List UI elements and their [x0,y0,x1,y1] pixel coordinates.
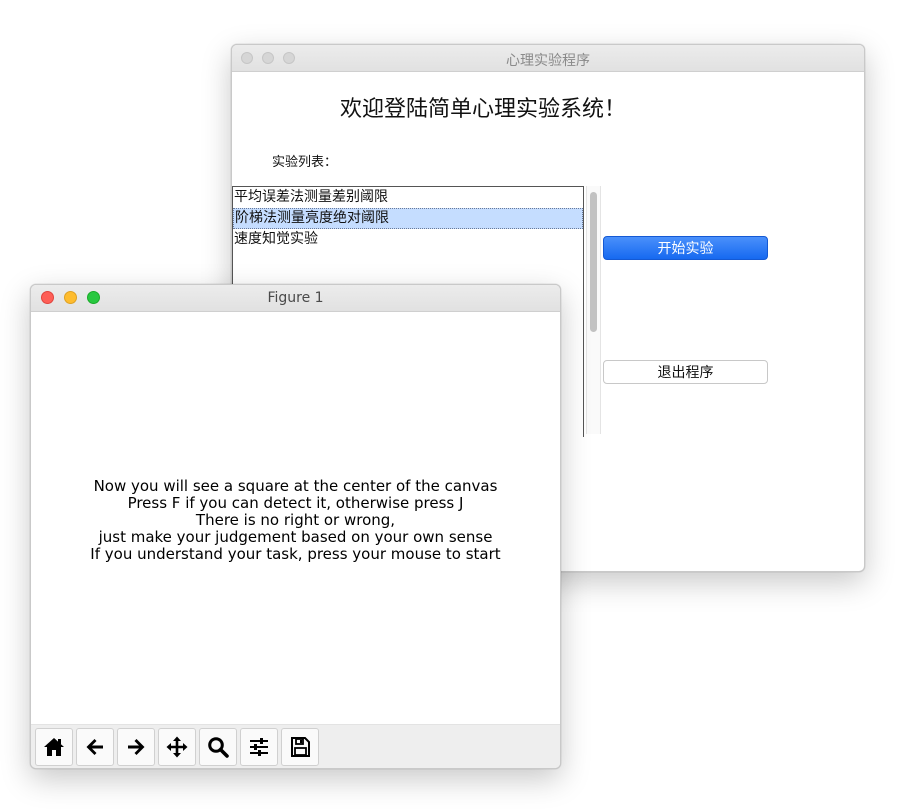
configure-subplots-icon [250,738,268,756]
experiment-list-item[interactable]: 速度知觉实验 [233,229,583,250]
save-icon [291,737,310,757]
forward-button[interactable] [117,728,155,766]
app-titlebar: 心理实验程序 [232,45,864,72]
instruction-line: Now you will see a square at the center … [93,477,498,495]
figure-canvas[interactable]: Now you will see a square at the center … [31,312,560,724]
start-experiment-button[interactable]: 开始实验 [603,236,768,260]
pan-button[interactable] [158,728,196,766]
back-button[interactable] [76,728,114,766]
experiment-list-item-selected[interactable]: 阶梯法测量亮度绝对阈限 [233,208,583,229]
navigation-toolbar [31,724,560,768]
app-window-title: 心理实验程序 [506,53,590,69]
pan-icon [166,736,188,758]
quit-program-button[interactable]: 退出程序 [603,360,768,384]
experiment-list-label: 实验列表： [272,155,338,170]
scrollbar-thumb[interactable] [590,192,597,332]
figure-window: Figure 1 Now you will see a square at th… [30,284,561,769]
welcome-heading: 欢迎登陆简单心理实验系统！ [340,97,627,122]
home-icon [44,738,64,756]
instruction-line: There is no right or wrong, [195,511,396,529]
configure-subplots-button[interactable] [240,728,278,766]
listbox-scrollbar[interactable] [586,186,601,434]
instruction-text: Now you will see a square at the center … [31,478,560,563]
back-arrow-icon [86,739,103,755]
figure-window-title: Figure 1 [267,290,324,306]
instruction-line: just make your judgement based on your o… [98,528,493,546]
figure-titlebar: Figure 1 [31,285,560,312]
forward-arrow-icon [128,739,145,755]
zoom-to-rect-button[interactable] [199,728,237,766]
instruction-line: If you understand your task, press your … [90,545,501,563]
zoom-icon [208,737,229,758]
instruction-line: Press F if you can detect it, otherwise … [127,494,464,512]
home-button[interactable] [35,728,73,766]
save-button[interactable] [281,728,319,766]
experiment-list-item[interactable]: 平均误差法测量差别阈限 [233,187,583,208]
